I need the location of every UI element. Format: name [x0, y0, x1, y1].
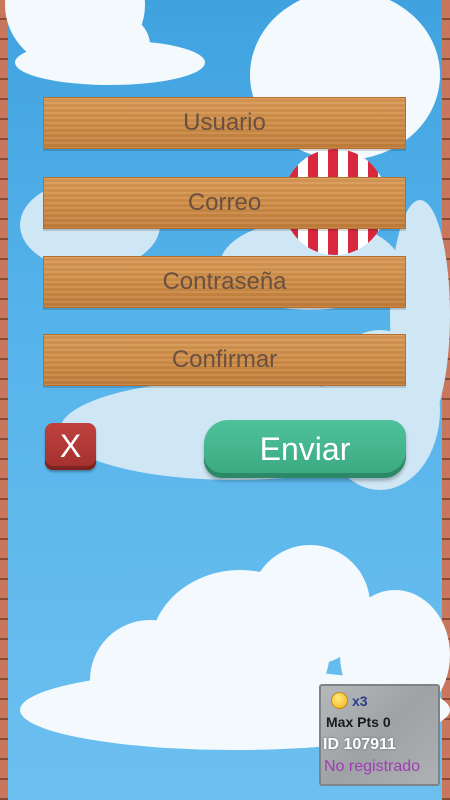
coin-icon: [331, 692, 348, 709]
close-button-label: X: [59, 428, 82, 464]
password-input[interactable]: [43, 268, 406, 296]
max-points-row: Max Pts 0: [326, 714, 391, 730]
password-field[interactable]: [43, 256, 406, 308]
player-stats-panel: x3 Max Pts 0 ID 107911 No registrado: [319, 684, 440, 786]
max-points-label: Max Pts: [326, 714, 379, 730]
player-id: ID 107911: [323, 736, 396, 753]
email-input[interactable]: [43, 189, 406, 217]
close-button[interactable]: X: [45, 423, 96, 470]
username-input[interactable]: [43, 109, 406, 137]
brick-wall-left: [0, 0, 8, 800]
cloud: [15, 40, 205, 85]
username-field[interactable]: [43, 97, 406, 149]
sky-background: X Enviar x3 Max Pts 0 ID 107911 No regis…: [0, 0, 450, 800]
send-button[interactable]: Enviar: [204, 420, 406, 478]
send-button-label: Enviar: [259, 430, 351, 467]
coin-count: x3: [352, 692, 368, 709]
max-points-value: 0: [382, 714, 391, 730]
confirm-password-field[interactable]: [43, 334, 406, 386]
confirm-password-input[interactable]: [43, 346, 406, 374]
email-field[interactable]: [43, 177, 406, 229]
registration-status: No registrado: [324, 758, 421, 775]
coin-row: x3: [331, 692, 368, 709]
